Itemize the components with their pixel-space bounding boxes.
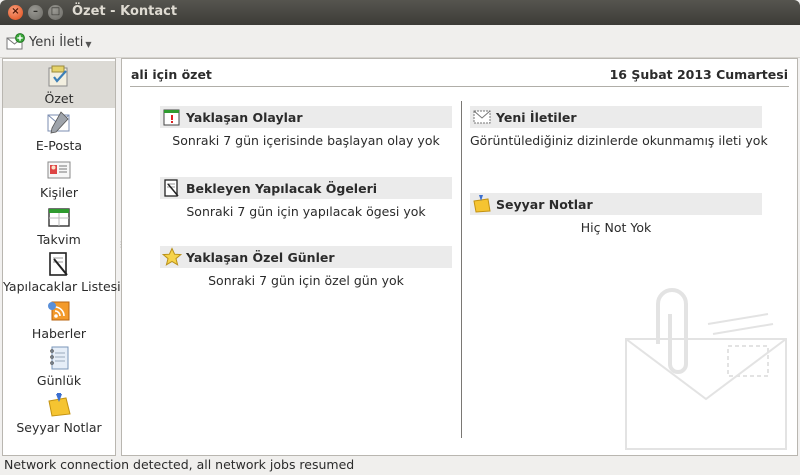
sidebar-item-mail[interactable]: E-Posta [3, 108, 115, 155]
section-header: Yeni İletiler [470, 106, 762, 128]
pending-todos-section: Bekleyen Yapılacak Ögeleri Sonraki 7 gün… [160, 177, 452, 219]
close-window-button[interactable]: × [8, 5, 23, 20]
section-message: Sonraki 7 gün için yapılacak ögesi yok [186, 204, 426, 219]
summary-owner: ali için özet [131, 67, 212, 82]
sidebar-item-contacts[interactable]: Kişiler [3, 155, 115, 202]
summary-pane: ali için özet 16 Şubat 2013 Cumartesi Ya… [121, 58, 798, 456]
mail-icon [473, 110, 491, 124]
section-header: Yaklaşan Özel Günler [160, 246, 452, 268]
sidebar-item-label: Haberler [31, 326, 87, 341]
notes-icon [473, 195, 491, 213]
section-header: Bekleyen Yapılacak Ögeleri [160, 177, 452, 199]
upcoming-events-section: Yaklaşan Olaylar Sonraki 7 gün içerisind… [160, 106, 452, 148]
sidebar-item-label: Seyyar Notlar [16, 420, 102, 435]
new-message-label: Yeni İleti [29, 34, 84, 50]
sidebar-item-todo-list[interactable]: Yapılacaklar Listesi [3, 249, 121, 296]
title-bar: × – □ Özet - Kontact [0, 0, 800, 25]
todo-icon [164, 179, 179, 197]
minimize-window-button[interactable]: – [28, 5, 43, 20]
toolbar: Yeni İleti ▼ [0, 25, 800, 58]
star-icon [162, 247, 182, 266]
summary-header: ali için özet 16 Şubat 2013 Cumartesi [130, 67, 789, 87]
sidebar-item-label: E-Posta [35, 138, 83, 153]
sidebar-item-notes[interactable]: Seyyar Notlar [3, 390, 115, 437]
section-header: Yaklaşan Olaylar [160, 106, 452, 128]
sidebar-item-news[interactable]: Haberler [3, 296, 115, 343]
todo-icon [49, 252, 68, 276]
status-bar: Network connection detected, all network… [0, 456, 800, 475]
notes-icon [48, 393, 71, 417]
maximize-window-button[interactable]: □ [48, 5, 63, 20]
sidebar-item-label: Özet [44, 91, 74, 106]
section-header: Seyyar Notlar [470, 193, 762, 215]
sidebar: Özet E-Posta Kişiler Takvim Yapılacaklar… [2, 58, 121, 456]
contacts-icon [47, 161, 71, 179]
sidebar-item-label: Kişiler [40, 185, 78, 200]
sidebar-item-calendar[interactable]: Takvim [3, 202, 115, 249]
sidebar-item-summary[interactable]: Özet [3, 61, 115, 108]
sidebar-item-label: Günlük [36, 373, 82, 388]
section-title: Yeni İletiler [496, 109, 577, 125]
section-title: Seyyar Notlar [496, 196, 593, 212]
column-divider [461, 101, 462, 438]
sidebar-item-journal[interactable]: Günlük [3, 343, 115, 390]
window-title: Özet - Kontact [72, 4, 178, 19]
section-message: Sonraki 7 gün için özel gün yok [208, 273, 404, 288]
journal-icon [50, 346, 69, 370]
calendar-alert-icon [163, 109, 180, 126]
section-title: Yaklaşan Özel Günler [186, 249, 335, 265]
status-text: Network connection detected, all network… [4, 457, 355, 472]
section-title: Bekleyen Yapılacak Ögeleri [186, 180, 378, 196]
summary-icon [48, 65, 68, 87]
notes-section: Seyyar Notlar Hiç Not Yok [470, 193, 762, 235]
splitter-handle[interactable]: ⋮ [117, 240, 125, 264]
section-message: Görüntülediğiniz dizinlerde okunmamış il… [470, 133, 768, 148]
sidebar-item-label: Takvim [37, 232, 81, 247]
mail-watermark-icon [625, 288, 787, 450]
dropdown-arrow-icon[interactable]: ▼ [85, 40, 91, 49]
calendar-icon [48, 208, 70, 227]
summary-date: 16 Şubat 2013 Cumartesi [609, 67, 788, 82]
special-dates-section: Yaklaşan Özel Günler Sonraki 7 gün için … [160, 246, 452, 288]
new-message-icon [6, 33, 25, 50]
section-message: Hiç Not Yok [580, 220, 652, 235]
section-title: Yaklaşan Olaylar [186, 109, 303, 125]
mail-icon [47, 111, 70, 134]
new-message-button[interactable]: Yeni İleti ▼ [6, 32, 92, 52]
section-message: Sonraki 7 gün içerisinde başlayan olay y… [172, 133, 440, 148]
sidebar-item-label: Yapılacaklar Listesi [3, 279, 121, 294]
feeds-icon [48, 301, 70, 321]
new-messages-section: Yeni İletiler Görüntülediğiniz dizinlerd… [470, 106, 768, 148]
